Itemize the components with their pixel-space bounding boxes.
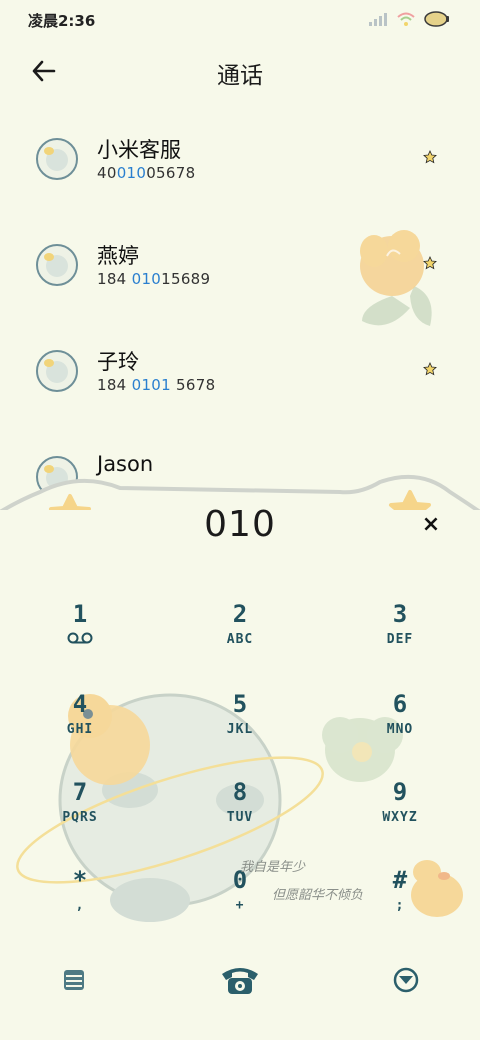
avatar [36, 350, 78, 392]
key-8[interactable]: 8 TUV [180, 778, 300, 848]
star-icon[interactable] [423, 256, 437, 270]
key-7[interactable]: 7 PQRS [20, 778, 140, 848]
collapse-keypad-icon[interactable] [384, 960, 428, 1000]
key-6[interactable]: 6 MNO [340, 690, 460, 760]
contact-number: 4001005678 [97, 164, 196, 182]
key-2[interactable]: 2 ABC [180, 600, 300, 670]
contact-name: 子玲 [97, 350, 139, 374]
voicemail-icon [20, 632, 140, 648]
menu-icon[interactable] [52, 960, 96, 1000]
key-9[interactable]: 9 WXYZ [340, 778, 460, 848]
clear-button[interactable]: × [420, 512, 442, 538]
key-3[interactable]: 3 DEF [340, 600, 460, 670]
contact-number: 184 0101 5678 [97, 376, 216, 394]
contact-name: 小米客服 [97, 138, 181, 162]
slogan-line-1: 我自是年少 [240, 860, 306, 875]
bottom-bar [0, 950, 480, 1010]
dialed-number: 010 [204, 504, 276, 545]
list-item[interactable]: 燕婷 184 01015689 [0, 216, 480, 316]
status-time: 凌晨2:36 [28, 12, 96, 30]
list-item[interactable]: 子玲 184 0101 5678 [0, 322, 480, 422]
status-bar: 凌晨2:36 [0, 0, 480, 40]
signal-icon [368, 11, 388, 31]
star-icon[interactable] [423, 362, 437, 376]
avatar [36, 138, 78, 180]
slogan-line-2: 但愿韶华不倾负 [272, 888, 364, 903]
contact-name: 燕婷 [97, 244, 139, 268]
list-item[interactable]: 小米客服 4001005678 [0, 110, 480, 210]
key-5[interactable]: 5 JKL [180, 690, 300, 760]
status-icons [368, 10, 450, 32]
page-title: 通话 [217, 63, 263, 89]
wifi-icon [396, 11, 416, 31]
phone-dial-icon[interactable] [218, 960, 262, 1000]
key-star[interactable]: *, [20, 866, 140, 936]
battery-icon [424, 10, 450, 32]
avatar [36, 244, 78, 286]
key-4[interactable]: 4 GHI [20, 690, 140, 760]
header: 通话 [0, 48, 480, 94]
star-icon[interactable] [423, 150, 437, 164]
key-1[interactable]: 1 [20, 600, 140, 670]
contact-number: 184 01015689 [97, 270, 211, 288]
